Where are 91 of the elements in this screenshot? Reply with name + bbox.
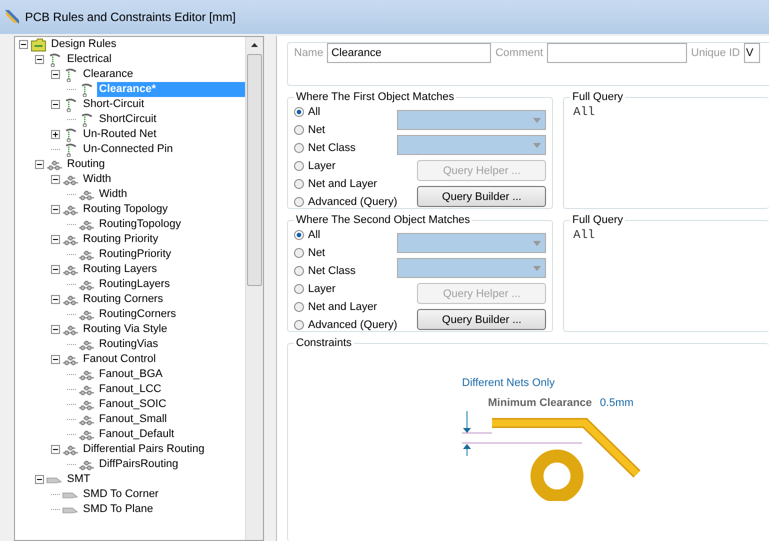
dropdown-field[interactable] [397, 233, 546, 253]
dropdown-field[interactable] [397, 135, 546, 155]
tree-item[interactable]: SMD To Corner [81, 487, 161, 502]
dropdown-arrow-icon [533, 118, 542, 123]
group-title: Where The Second Object Matches [295, 214, 472, 226]
field-label: Name [294, 47, 324, 59]
dropdown-arrow-icon [533, 143, 542, 148]
group-title: Constraints [295, 337, 353, 349]
tree-item[interactable]: Un-Routed Net [81, 127, 158, 142]
query-button[interactable]: Query Builder ... [417, 309, 546, 330]
radio-option[interactable]: Advanced (Query) [294, 316, 398, 334]
radio-option[interactable]: Net [294, 121, 398, 139]
clearance-value: 0.5mm [600, 397, 634, 409]
dropdown-arrow-icon [533, 241, 542, 246]
name-field[interactable]: Clearance [327, 43, 492, 63]
tree-item[interactable]: Routing Topology [81, 202, 170, 217]
radio-option[interactable]: All [294, 103, 398, 121]
tree-item[interactable]: Fanout_Default [97, 427, 176, 442]
tree-item[interactable]: DiffPairsRouting [97, 457, 180, 472]
expander-icon[interactable] [19, 40, 28, 49]
comment-field[interactable] [547, 43, 688, 63]
tree-item[interactable]: Differential Pairs Routing [81, 442, 206, 457]
expander-icon[interactable] [51, 100, 60, 109]
tree-item[interactable]: SMD To Plane [81, 502, 156, 517]
tree-item[interactable]: RoutingPriority [97, 247, 174, 262]
query-text: All [572, 227, 596, 244]
tree-item[interactable]: RoutingTopology [97, 217, 183, 232]
clearance-label: Minimum Clearance [488, 397, 592, 409]
query-text: All [572, 104, 596, 121]
dropdown-field[interactable] [397, 110, 546, 130]
field-label: Unique ID [691, 47, 740, 59]
expander-icon[interactable] [51, 130, 60, 139]
tree-item[interactable]: RoutingVias [97, 337, 160, 352]
tree-item[interactable]: RoutingLayers [97, 277, 172, 292]
radio-option[interactable]: Net Class [294, 262, 398, 280]
tree-item[interactable]: Short-Circuit [81, 97, 146, 112]
radio-option[interactable]: Layer [294, 157, 398, 175]
tree-item[interactable]: Electrical [65, 52, 114, 67]
unique-id-field[interactable]: V [744, 43, 760, 63]
field-label: Comment [495, 47, 544, 59]
group-title: Full Query [571, 214, 624, 226]
dropdown-arrow-icon [533, 266, 542, 271]
tree-item[interactable]: Width [81, 172, 114, 187]
expander-icon[interactable] [35, 55, 44, 64]
expander-icon[interactable] [51, 295, 60, 304]
tree-item[interactable]: SMT [65, 472, 92, 487]
expander-icon[interactable] [51, 355, 60, 364]
scrollbar[interactable] [245, 37, 263, 540]
folder-icon [30, 38, 47, 52]
dimension-arrow [463, 411, 471, 456]
tree-item[interactable]: RoutingCorners [97, 307, 178, 322]
expander-icon[interactable] [51, 175, 60, 184]
scope-label: Different Nets Only [462, 377, 556, 389]
tree-item[interactable]: ShortCircuit [97, 112, 158, 127]
tree-item[interactable]: Clearance [81, 67, 136, 82]
radio-option[interactable]: Advanced (Query) [294, 193, 398, 211]
tree-item[interactable]: Fanout_Small [97, 412, 169, 427]
dropdown-field[interactable] [397, 258, 546, 278]
tree-item[interactable]: Width [97, 187, 130, 202]
expander-icon[interactable] [51, 70, 60, 79]
radio-option[interactable]: Layer [294, 280, 398, 298]
ruler-pencil-icon [4, 9, 20, 25]
tree-item[interactable]: Fanout_LCC [97, 382, 164, 397]
window-title: PCB Rules and Constraints Editor [mm] [25, 10, 236, 24]
tree-item[interactable]: Fanout_BGA [97, 367, 165, 382]
radio-option[interactable]: Net [294, 244, 398, 262]
expander-icon[interactable] [51, 205, 60, 214]
expander-icon[interactable] [51, 235, 60, 244]
tree-item[interactable]: Un-Connected Pin [81, 142, 175, 157]
group-title: Where The First Object Matches [295, 91, 456, 103]
expander-icon[interactable] [35, 475, 44, 484]
tree-item[interactable]: Fanout Control [81, 352, 158, 367]
tree-item[interactable]: Routing [65, 157, 107, 172]
group-title: Full Query [571, 91, 624, 103]
expander-icon[interactable] [51, 265, 60, 274]
tree-item[interactable]: Routing Priority [81, 232, 160, 247]
radio-option[interactable]: Net and Layer [294, 298, 398, 316]
radio-option[interactable]: All [294, 226, 398, 244]
tree-item[interactable]: Routing Layers [81, 262, 159, 277]
tree-item[interactable]: Fanout_SOIC [97, 397, 168, 412]
query-button[interactable]: Query Builder ... [417, 186, 546, 207]
tree-item[interactable]: Routing Corners [81, 292, 166, 307]
expander-icon[interactable] [51, 325, 60, 334]
tree-item[interactable]: Routing Via Style [81, 322, 170, 337]
tree-item[interactable]: Design Rules [49, 37, 118, 52]
expander-icon[interactable] [35, 160, 44, 169]
guide-line [462, 432, 492, 434]
radio-option[interactable]: Net Class [294, 139, 398, 157]
pad-drawing [530, 450, 584, 501]
expander-icon[interactable] [51, 445, 60, 454]
radio-option[interactable]: Net and Layer [294, 175, 398, 193]
